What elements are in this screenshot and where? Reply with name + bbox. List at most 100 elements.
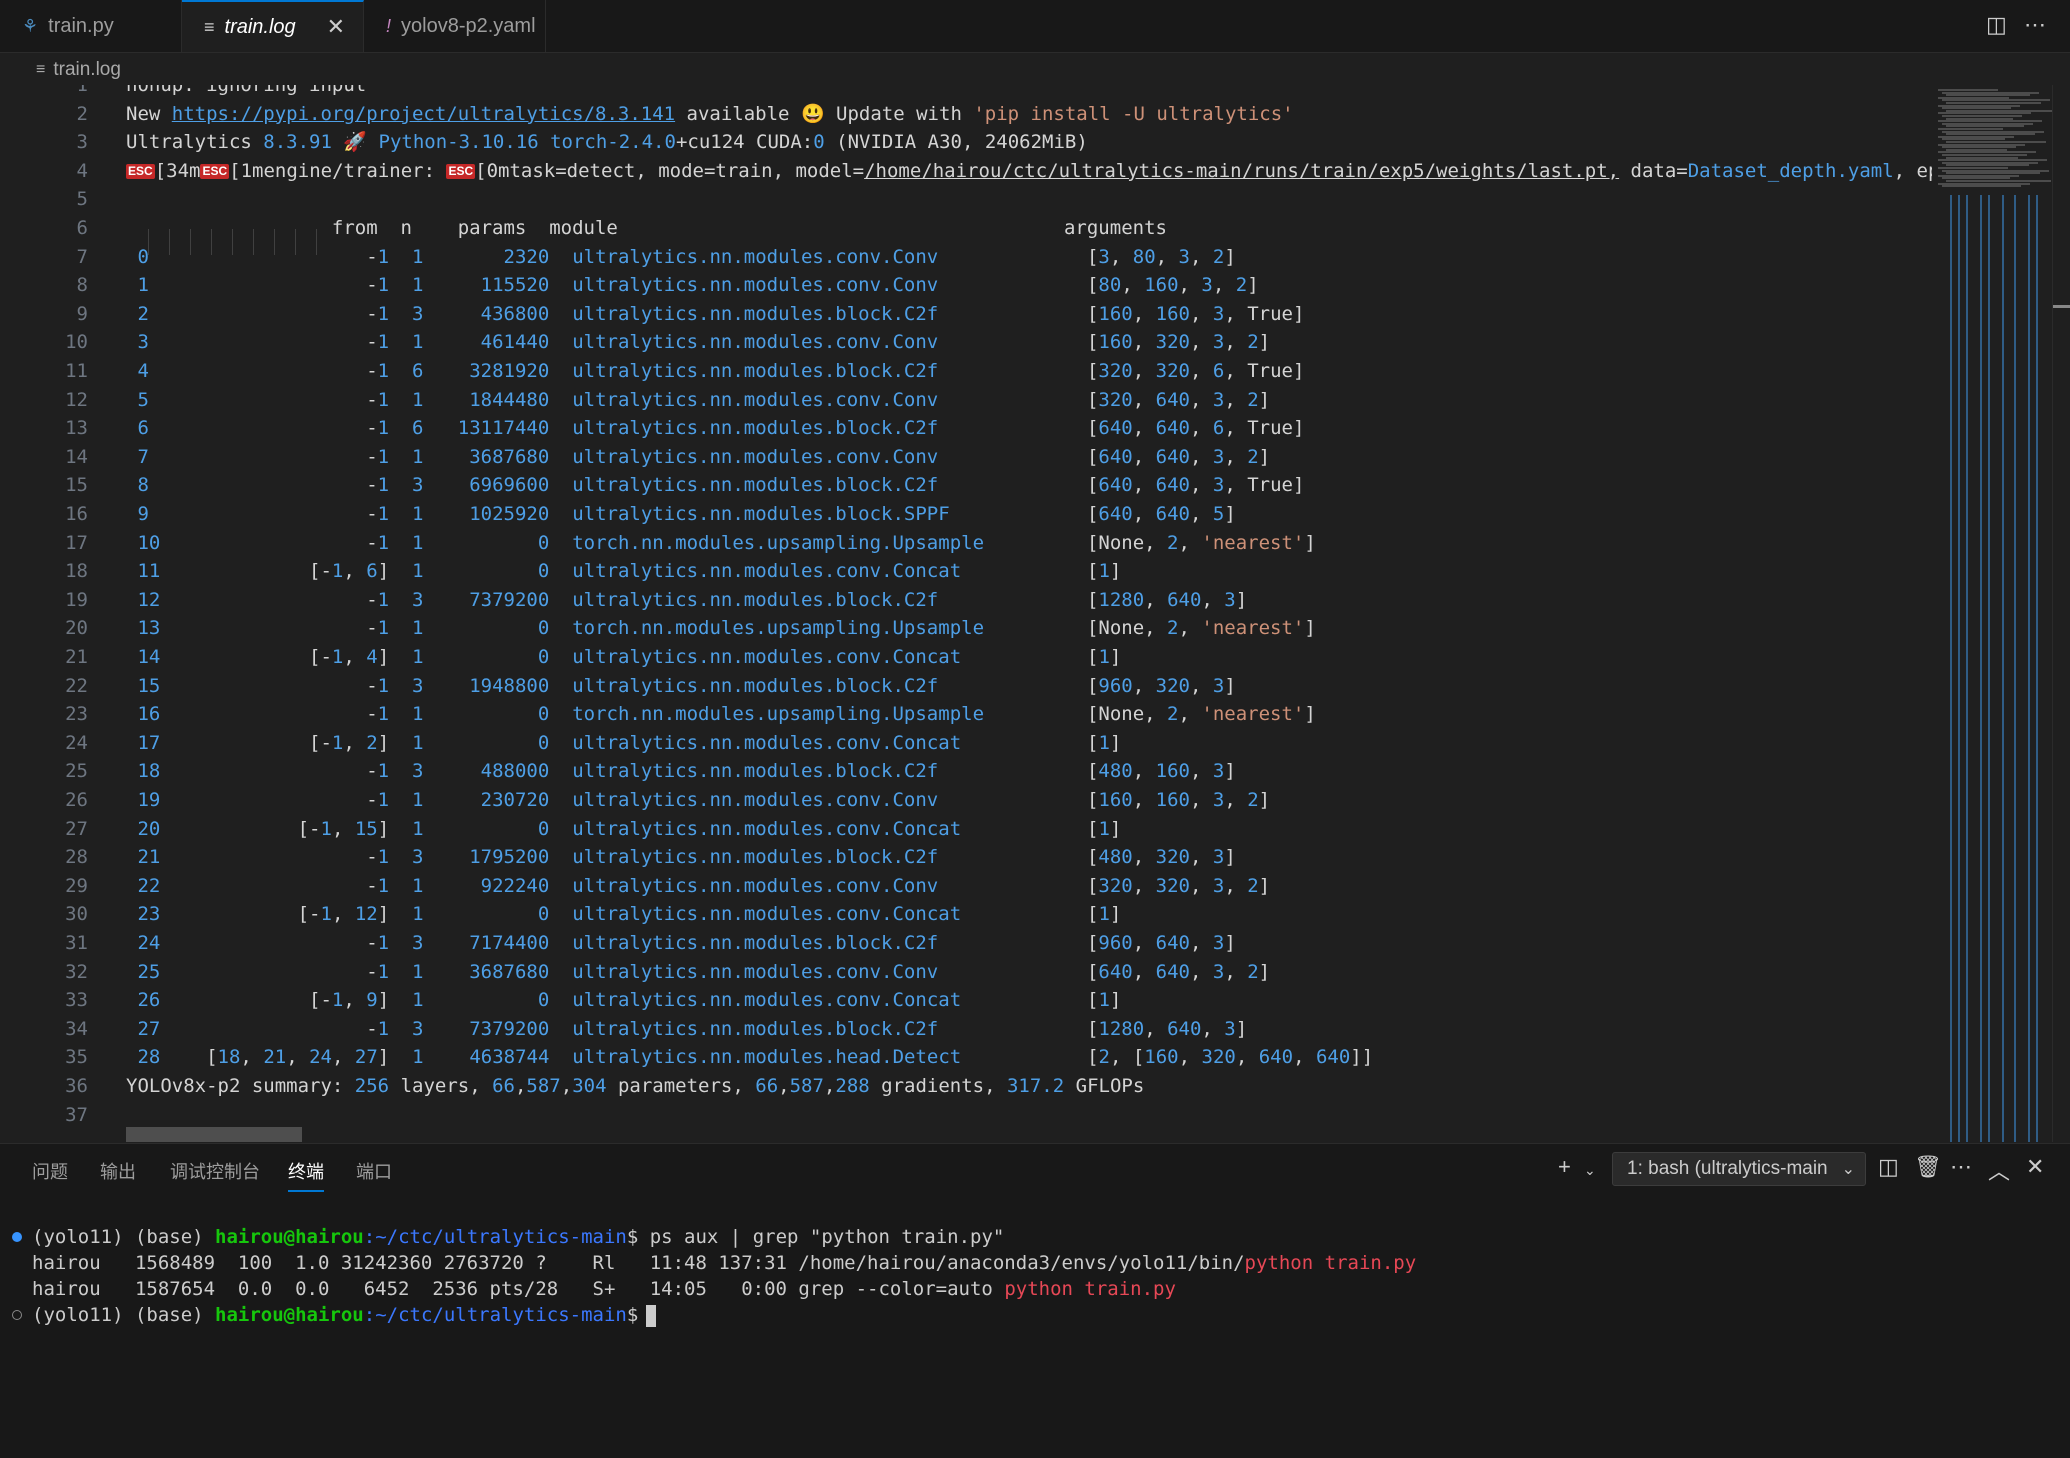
trash-icon[interactable]: 🗑	[1914, 1154, 1942, 1180]
new-terminal-icon[interactable]: +	[1558, 1154, 1571, 1180]
minimap-column	[2014, 195, 2016, 1142]
text-segment	[389, 617, 412, 639]
line-text: 10 -1 1 0 torch.nn.modules.upsampling.Up…	[126, 529, 1316, 557]
text-segment	[549, 875, 572, 897]
code-line: 7 0 -1 1 2320 ultralytics.nn.modules.con…	[0, 243, 1930, 271]
minimap-column	[1966, 195, 1968, 1142]
line-text: 21 -1 3 1795200 ultralytics.nn.modules.b…	[126, 843, 1235, 871]
command-success-dot[interactable]	[12, 1232, 22, 1242]
vertical-scrollbar[interactable]	[2052, 85, 2070, 1142]
code-line: 11 4 -1 6 3281920 ultralytics.nn.modules…	[0, 357, 1930, 385]
text-segment	[549, 789, 572, 811]
horizontal-scrollbar[interactable]	[126, 1127, 302, 1142]
layer-params: 3687680	[423, 960, 550, 983]
text-segment: available	[675, 102, 801, 125]
layer-from: -	[160, 789, 378, 811]
panel-tab-output[interactable]: 输出	[100, 1158, 136, 1184]
layer-args: ]	[1258, 789, 1271, 811]
close-panel-icon[interactable]: ✕	[2026, 1154, 2044, 1180]
panel-tab-debug-console[interactable]: 调试控制台	[170, 1158, 260, 1184]
layer-args: 320	[1201, 1046, 1236, 1069]
layer-args: ,	[1132, 503, 1156, 525]
chevron-down-icon[interactable]: ⌄	[1584, 1162, 1596, 1179]
breadcrumb[interactable]: ≡ train.log	[36, 56, 121, 84]
layer-from: -	[160, 960, 378, 983]
tab-yolov8-p2-yaml[interactable]: ! yolov8-p2.yaml	[364, 0, 546, 52]
layer-args: 3	[1178, 245, 1190, 268]
layer-args: 640	[1098, 960, 1133, 983]
layer-args: 3	[1212, 388, 1225, 411]
layer-from: [-	[160, 903, 321, 926]
line-text: 7 -1 1 3687680 ultralytics.nn.modules.co…	[126, 443, 1270, 471]
line-text: 13 -1 1 0 torch.nn.modules.upsampling.Up…	[126, 614, 1315, 642]
layer-args: ,	[1224, 388, 1248, 411]
layer-args: 640	[1155, 474, 1190, 497]
layer-module: ultralytics.nn.modules.conv.Conv	[572, 388, 1087, 411]
line-text: nohup: ignoring input	[126, 85, 366, 99]
layer-args: ,	[1189, 874, 1213, 897]
panel-tab-ports[interactable]: 端口	[356, 1158, 392, 1184]
text-segment	[389, 360, 412, 382]
update-command: 'pip install -U ultralytics'	[973, 102, 1294, 125]
terminal-select[interactable]: 1: bash (ultralytics-main ⌄	[1612, 1152, 1866, 1186]
layer-args: 1280	[1098, 588, 1145, 611]
command-pending-dot[interactable]	[12, 1310, 22, 1320]
layer-args: 3	[1212, 846, 1225, 869]
editor-content[interactable]: 1 nohup: ignoring input 2 New https://pypi.…	[0, 85, 2070, 1142]
tab-train-py[interactable]: ⚘ train.py	[0, 0, 182, 52]
minimap[interactable]	[1932, 85, 2052, 1142]
layer-args: 160	[1155, 302, 1190, 325]
split-editor-icon[interactable]: ◫	[1986, 12, 2007, 38]
layer-n: 3	[412, 760, 424, 783]
layer-args: ,	[1293, 1046, 1316, 1069]
layer-args: 160	[1155, 760, 1190, 783]
line-text: 5 -1 1 1844480 ultralytics.nn.modules.co…	[126, 386, 1270, 414]
text-segment: Python-3.10.16	[378, 131, 539, 154]
layer-index: 2	[126, 302, 161, 325]
layer-args: ,	[1224, 302, 1248, 325]
layer-args: ,	[1132, 760, 1156, 783]
close-icon[interactable]: ✕	[327, 14, 345, 40]
layer-args: [	[1086, 360, 1099, 382]
layer-from: 1	[331, 989, 344, 1012]
split-terminal-icon[interactable]: ◫	[1878, 1154, 1899, 1180]
summary-text: YOLOv8x-p2 summary:	[126, 1075, 344, 1097]
tab-train-log[interactable]: ≡ train.log ✕	[182, 0, 364, 52]
layer-args: 3	[1212, 874, 1225, 897]
text-segment	[389, 1046, 412, 1068]
table-header: from n params module arguments	[126, 217, 1167, 239]
layer-module: ultralytics.nn.modules.conv.Concat	[572, 903, 1088, 926]
layer-args: 'nearest'	[1201, 531, 1305, 554]
more-actions-icon[interactable]: ⋯	[1950, 1154, 1972, 1180]
layer-args: ,	[1224, 474, 1248, 497]
yaml-icon: !	[386, 15, 392, 36]
layer-n: 1	[412, 646, 424, 668]
layer-from: -	[160, 417, 378, 440]
layer-from: [-	[160, 817, 321, 840]
maximize-panel-icon[interactable]: ︿	[1988, 1154, 2010, 1186]
layer-from: ,	[240, 1046, 264, 1069]
text-segment: nohup: ignoring input	[126, 85, 367, 96]
layer-args: ]	[1304, 531, 1316, 554]
summary-text: parameters,	[606, 1075, 756, 1097]
more-actions-icon[interactable]: ⋯	[2024, 12, 2046, 38]
layer-args: 320	[1155, 674, 1190, 697]
layer-from: -	[160, 274, 378, 297]
layer-n: 1	[412, 245, 424, 268]
layer-from: 1	[320, 903, 332, 926]
prompt-symbol: $	[626, 1304, 639, 1326]
code-line: 31 24 -1 3 7174400 ultralytics.nn.module…	[0, 929, 1930, 957]
line-text: Ultralytics 8.3.91 🚀 Python-3.10.16 torc…	[126, 128, 1088, 156]
layer-from: 1	[377, 874, 390, 897]
panel-tab-problems[interactable]: 问题	[32, 1158, 68, 1184]
text-segment	[389, 646, 412, 668]
layer-module: ultralytics.nn.modules.block.C2f	[572, 846, 1087, 869]
layer-args: 3	[1098, 245, 1110, 268]
layer-args: 640	[1167, 1017, 1202, 1040]
text-segment	[549, 303, 572, 325]
layer-params: 0	[423, 989, 550, 1012]
layer-args: ,	[1189, 474, 1213, 497]
layer-n: 3	[412, 588, 424, 611]
panel-tab-terminal[interactable]: 终端	[288, 1158, 324, 1192]
text-segment	[549, 675, 572, 697]
